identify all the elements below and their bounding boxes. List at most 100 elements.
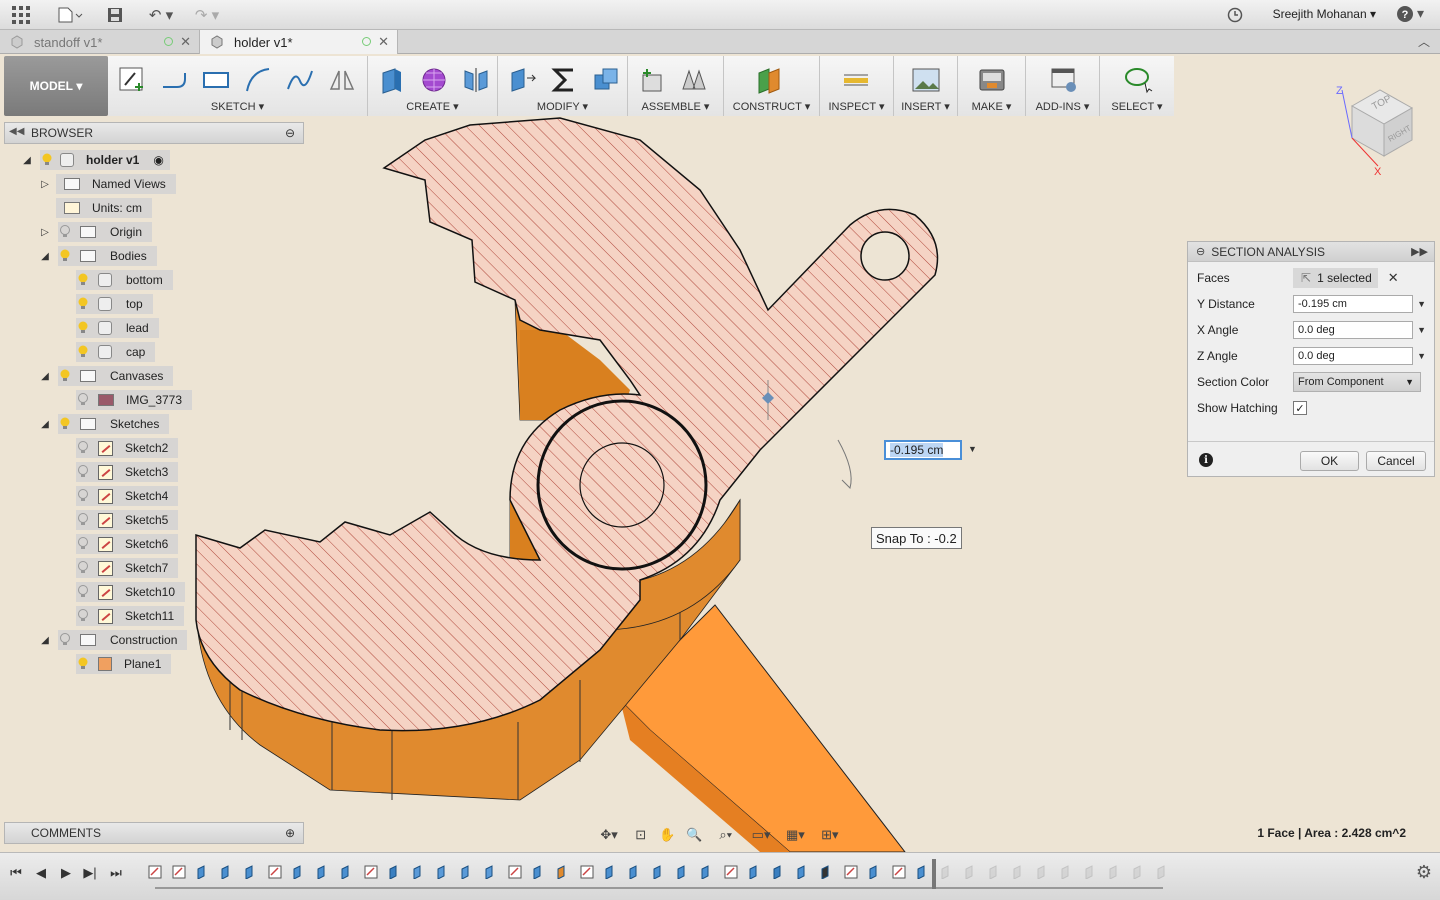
tree-item-sketch[interactable]: Sketch4 bbox=[76, 486, 179, 506]
faces-selection-button[interactable]: ⇱ 1 selected bbox=[1293, 268, 1378, 288]
timeline-sketch-icon[interactable] bbox=[362, 863, 380, 881]
timeline-extrude-icon[interactable] bbox=[650, 863, 668, 881]
extrude-icon[interactable] bbox=[374, 62, 410, 98]
timeline-plane-icon[interactable] bbox=[554, 863, 572, 881]
combine-icon[interactable] bbox=[588, 62, 624, 98]
show-hatching-checkbox[interactable]: ✓ bbox=[1293, 401, 1307, 415]
timeline-extrude-icon[interactable] bbox=[530, 863, 548, 881]
tree-item-bodies[interactable]: Bodies bbox=[58, 246, 157, 266]
visibility-bulb-icon[interactable] bbox=[76, 513, 90, 527]
timeline-sketch-icon[interactable] bbox=[170, 863, 188, 881]
tree-item-units[interactable]: Units: cm bbox=[56, 198, 153, 218]
timeline-sketch-icon[interactable] bbox=[890, 863, 908, 881]
timeline-extrude-icon[interactable] bbox=[242, 863, 260, 881]
user-menu[interactable]: Sreejith Mohanan ▾ bbox=[1273, 7, 1376, 21]
timeline-suppressed-icon[interactable] bbox=[962, 863, 980, 881]
x-angle-field[interactable]: 0.0 deg ▼ bbox=[1293, 321, 1426, 339]
inspect-group[interactable]: INSPECT ▾ bbox=[820, 56, 894, 116]
sigma-icon[interactable] bbox=[546, 62, 582, 98]
viewcube[interactable]: TOP RIGHT Z X bbox=[1330, 80, 1420, 180]
tree-item-root[interactable]: holder v1 ◉ bbox=[40, 150, 170, 170]
visibility-bulb-icon[interactable] bbox=[76, 441, 90, 455]
tree-item-plane[interactable]: Plane1 bbox=[76, 654, 172, 674]
timeline-sketch-icon[interactable] bbox=[146, 863, 164, 881]
visibility-bulb-icon[interactable] bbox=[76, 345, 90, 359]
scripts-icon[interactable] bbox=[1046, 62, 1082, 98]
tree-item-canvases[interactable]: Canvases bbox=[58, 366, 174, 386]
visibility-bulb-icon[interactable] bbox=[76, 561, 90, 575]
section-color-select[interactable]: From Component ▼ bbox=[1293, 372, 1421, 392]
collapse-icon[interactable]: ◢ bbox=[38, 633, 52, 647]
tab-standoff[interactable]: standoff v1* ✕ bbox=[0, 30, 200, 54]
go-to-end-icon[interactable]: ⏭ bbox=[106, 863, 126, 883]
collapse-dialog-icon[interactable]: ⊖ bbox=[1196, 245, 1205, 258]
visibility-bulb-icon[interactable] bbox=[76, 273, 90, 287]
timeline-fillet-icon[interactable] bbox=[434, 863, 452, 881]
visibility-bulb-icon[interactable] bbox=[58, 417, 72, 431]
timeline-sketch-icon[interactable] bbox=[506, 863, 524, 881]
timeline-sketch-icon[interactable] bbox=[578, 863, 596, 881]
expand-dialog-icon[interactable]: ▶▶ bbox=[1411, 245, 1428, 258]
tree-item-body-cap[interactable]: cap bbox=[76, 342, 156, 362]
collapse-icon[interactable]: ◢ bbox=[38, 369, 52, 383]
select-lasso-icon[interactable] bbox=[1120, 62, 1156, 98]
create-sketch-icon[interactable] bbox=[114, 62, 150, 98]
tree-item-construction[interactable]: Construction bbox=[58, 630, 188, 650]
line-icon[interactable] bbox=[156, 62, 192, 98]
z-angle-field[interactable]: 0.0 deg ▼ bbox=[1293, 347, 1426, 365]
timeline-suppressed-icon[interactable] bbox=[1154, 863, 1172, 881]
grid-settings-icon[interactable]: ▦▾ bbox=[781, 825, 809, 845]
y-distance-field[interactable]: -0.195 cm ▼ bbox=[1293, 295, 1426, 313]
mirror-body-icon[interactable] bbox=[458, 62, 494, 98]
tree-item-body-top[interactable]: top bbox=[76, 294, 153, 314]
display-settings-icon[interactable]: ▭▾ bbox=[747, 825, 775, 845]
timeline-suppressed-icon[interactable] bbox=[1058, 863, 1076, 881]
timeline-sketch-icon[interactable] bbox=[842, 863, 860, 881]
clear-selection-icon[interactable]: ✕ bbox=[1388, 270, 1399, 286]
play-icon[interactable]: ▶ bbox=[56, 863, 76, 883]
zoom-window-icon[interactable]: 🔍 bbox=[684, 825, 705, 845]
timeline-sketch-icon[interactable] bbox=[266, 863, 284, 881]
timeline-extrude-icon[interactable] bbox=[194, 863, 212, 881]
timeline-fillet-icon[interactable] bbox=[458, 863, 476, 881]
step-back-icon[interactable]: ◀ bbox=[31, 863, 51, 883]
collapse-icon[interactable]: ◢ bbox=[20, 153, 34, 167]
workspace-switcher[interactable]: MODEL ▾ bbox=[4, 56, 108, 116]
timeline-extrude-icon[interactable] bbox=[290, 863, 308, 881]
timeline-move-icon[interactable] bbox=[818, 863, 836, 881]
tree-item-sketch[interactable]: Sketch3 bbox=[76, 462, 179, 482]
mirror-icon[interactable] bbox=[324, 62, 360, 98]
timeline-combine-icon[interactable] bbox=[386, 863, 404, 881]
close-tab-icon[interactable]: ✕ bbox=[180, 34, 191, 50]
joint-icon[interactable] bbox=[676, 62, 712, 98]
dialog-header[interactable]: ⊖ SECTION ANALYSIS ▶▶ bbox=[1188, 242, 1434, 262]
orbit-icon[interactable]: ✥▾ bbox=[594, 825, 624, 845]
timeline-suppressed-icon[interactable] bbox=[1106, 863, 1124, 881]
add-comment-icon[interactable]: ⊕ bbox=[285, 826, 295, 840]
timeline-combine-icon[interactable] bbox=[770, 863, 788, 881]
tree-item-sketch[interactable]: Sketch2 bbox=[76, 438, 179, 458]
spline-icon[interactable] bbox=[282, 62, 318, 98]
viewports-icon[interactable]: ⊞▾ bbox=[816, 825, 844, 845]
go-to-start-icon[interactable]: ⏮ bbox=[6, 863, 26, 883]
collapse-toolbar-icon[interactable]: ︿ bbox=[1418, 33, 1430, 50]
visibility-bulb-icon[interactable] bbox=[76, 489, 90, 503]
tree-item-named-views[interactable]: Named Views bbox=[56, 174, 176, 194]
timeline-sketch-icon[interactable] bbox=[722, 863, 740, 881]
timeline-suppressed-icon[interactable] bbox=[1034, 863, 1052, 881]
step-forward-icon[interactable]: ▶| bbox=[80, 863, 100, 883]
timeline-extrude-icon[interactable] bbox=[746, 863, 764, 881]
zoom-icon[interactable]: ⌕▾ bbox=[711, 825, 741, 845]
visibility-bulb-icon[interactable] bbox=[76, 297, 90, 311]
visibility-bulb-icon[interactable] bbox=[76, 657, 90, 671]
tree-item-body-bottom[interactable]: bottom bbox=[76, 270, 173, 290]
select-group[interactable]: SELECT ▾ bbox=[1100, 56, 1174, 116]
expand-icon[interactable]: ▷ bbox=[38, 225, 52, 239]
timeline-suppressed-icon[interactable] bbox=[1082, 863, 1100, 881]
timeline-track[interactable] bbox=[155, 887, 1163, 889]
timeline-suppressed-icon[interactable] bbox=[1130, 863, 1148, 881]
visibility-bulb-icon[interactable] bbox=[76, 393, 90, 407]
tab-holder[interactable]: holder v1* ✕ bbox=[200, 30, 398, 54]
collapse-icon[interactable]: ◢ bbox=[38, 417, 52, 431]
dropdown-arrow-icon[interactable]: ▼ bbox=[1417, 351, 1426, 361]
